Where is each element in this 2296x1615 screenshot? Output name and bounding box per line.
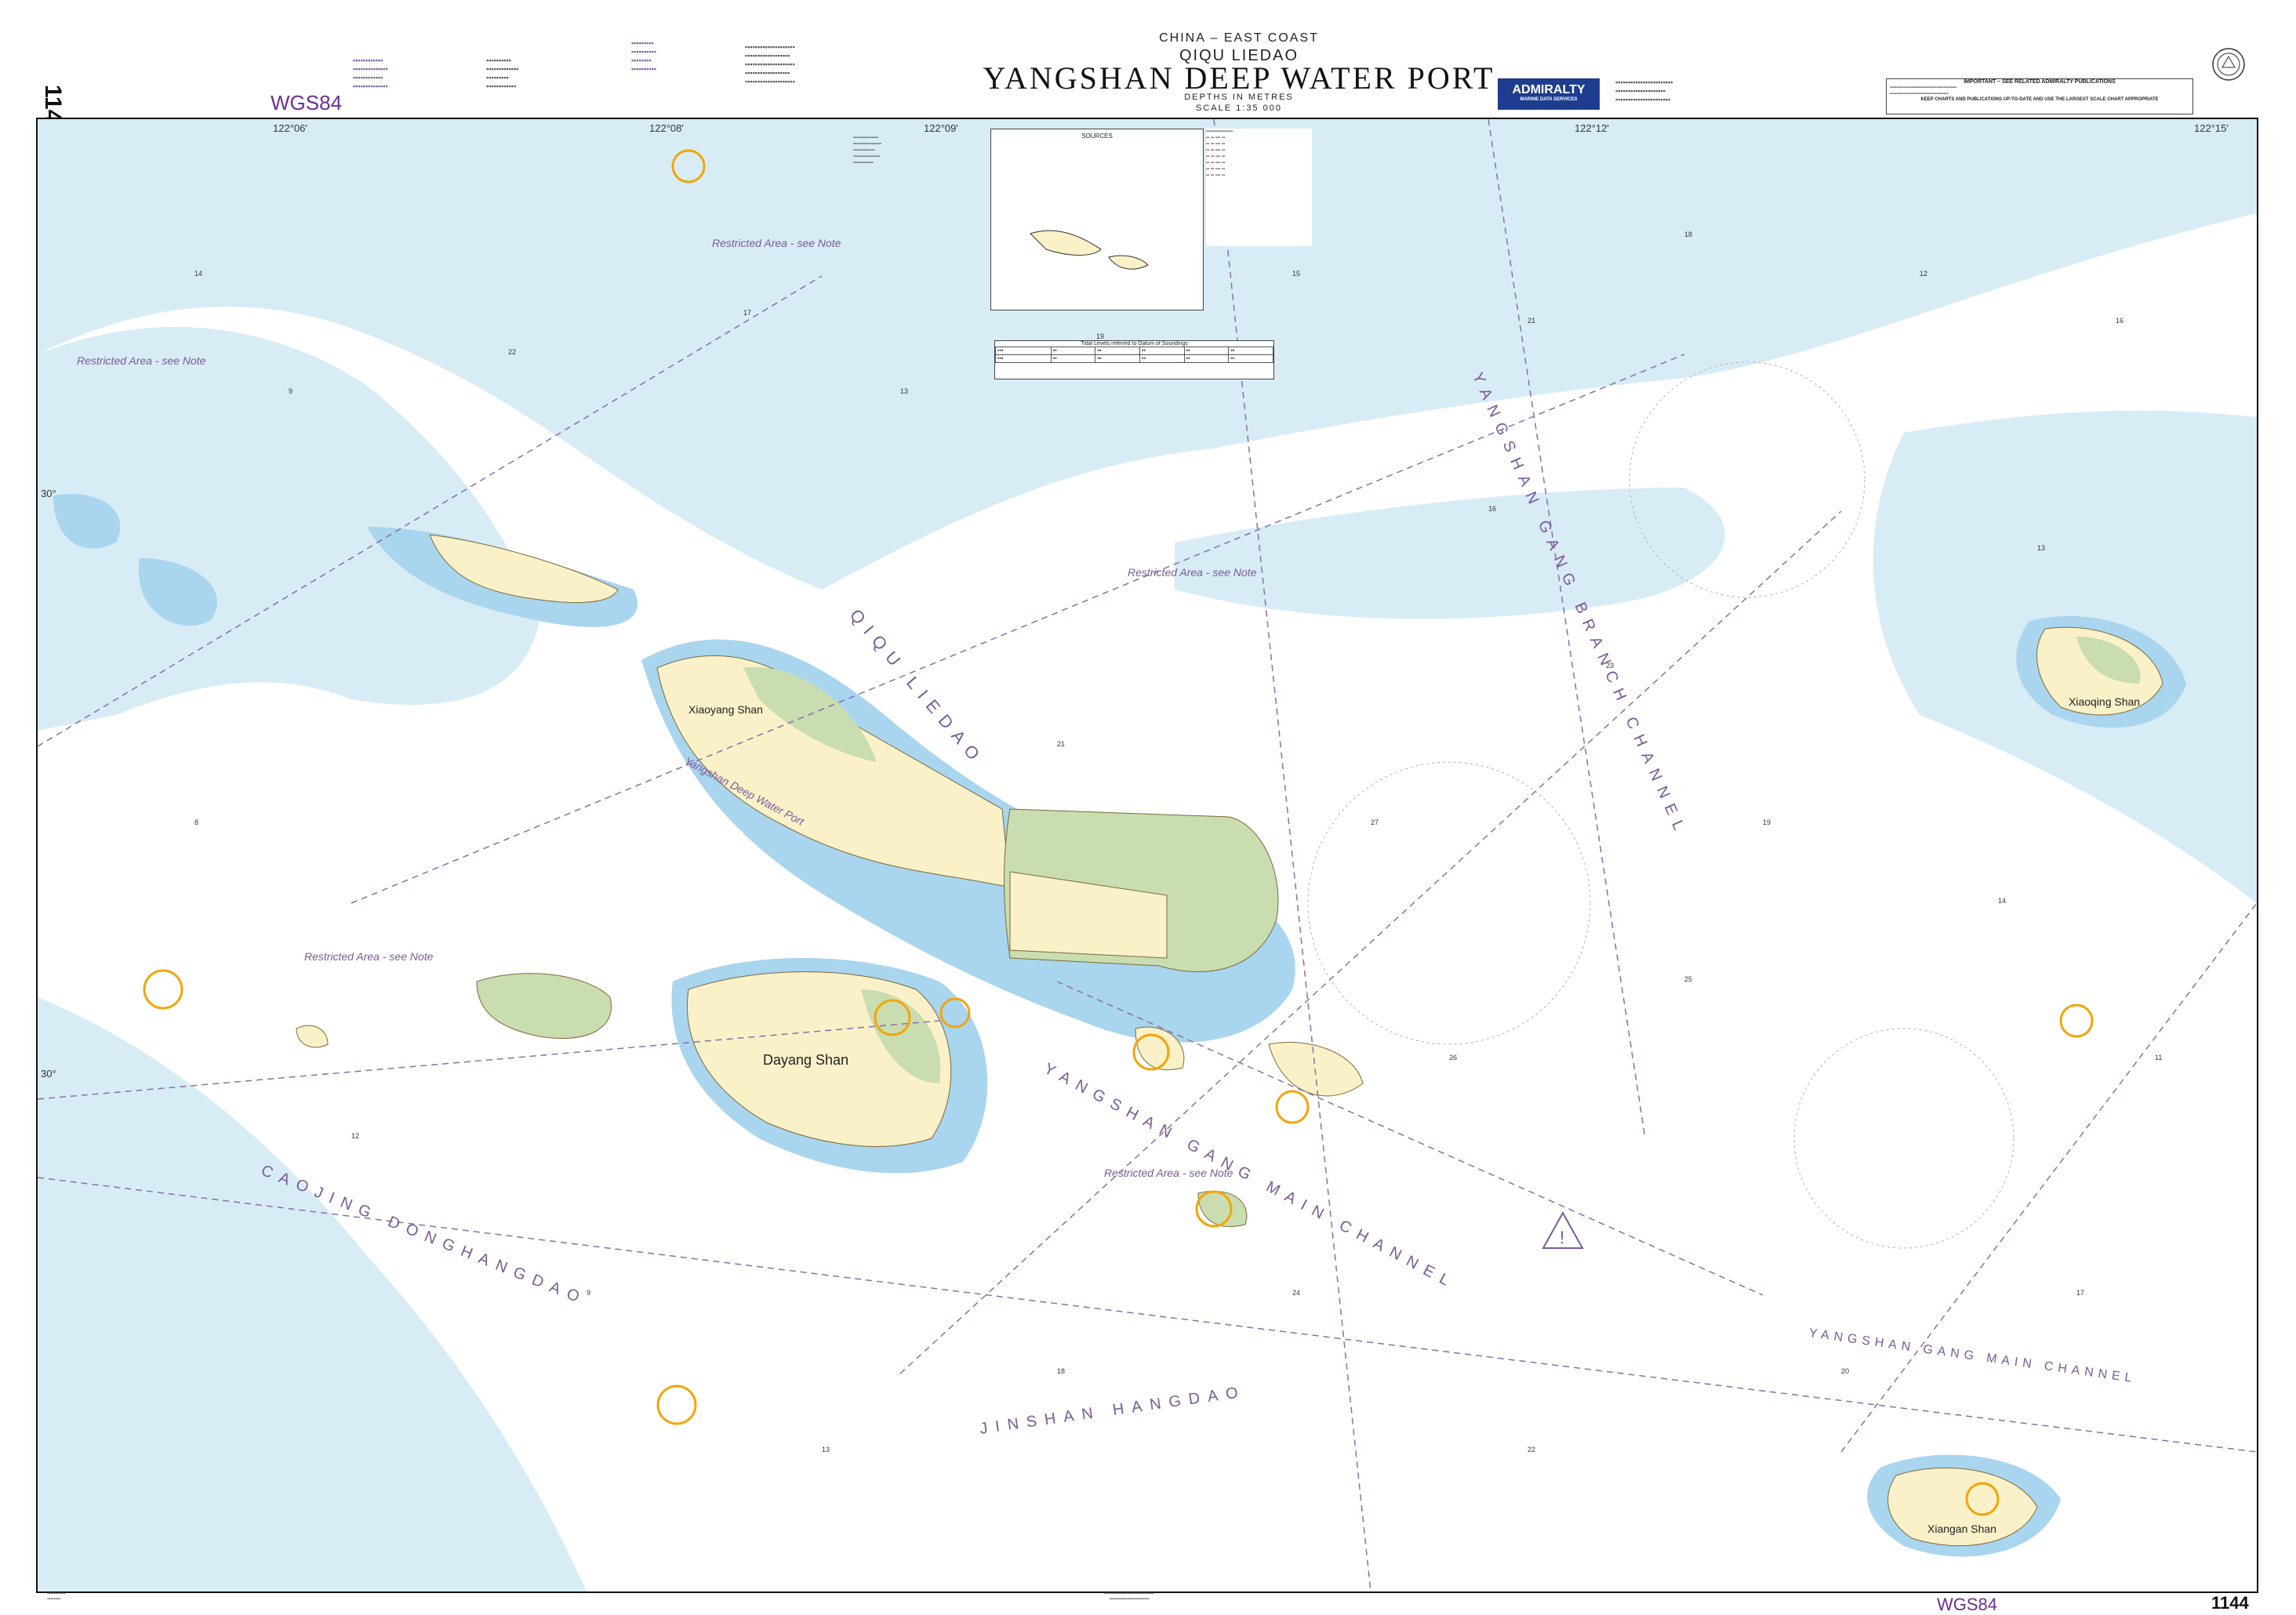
svg-text:17: 17 [2076,1289,2084,1297]
scale-note: SCALE 1:35 000 [1196,103,1282,113]
important-panel: IMPORTANT – SEE RELATED ADMIRALTY PUBLIC… [1886,78,2193,114]
svg-text:22: 22 [508,348,516,356]
notes-center: ▪▪▪▪▪▪▪▪▪▪▪▪▪▪▪ ▪▪▪▪▪▪▪▪▪▪▪▪▪▪▪▪▪ ▪▪▪▪▪▪▪▪… [853,136,882,165]
admiralty-logo: ADMIRALTY MARINE DATA SERVICES [1498,78,1600,110]
svg-text:16: 16 [1488,505,1496,513]
svg-text:!: ! [1560,1228,1564,1247]
tidal-heading: Tidal Levels referred to Datum of Soundi… [1081,341,1188,347]
svg-text:25: 25 [1684,975,1692,983]
svg-text:21: 21 [1528,317,1535,325]
crest-seal [2211,47,2246,82]
lon-label-4: 122°12' [1575,122,1609,134]
notes-block-2: ▪▪▪▪▪▪▪▪▪▪ ▪▪▪▪▪▪▪▪▪▪▪▪▪ ▪▪▪▪▪▪▪▪▪ ▪▪▪▪▪▪▪▪… [486,56,519,90]
lat-label-2: 30° [41,1068,56,1080]
restricted-label-2: Restricted Area - see Note [77,354,206,367]
island-southeast-3 [1197,1190,1248,1228]
caution-triangle: ! [1542,1210,1584,1249]
svg-text:19: 19 [1096,332,1104,340]
svg-text:9: 9 [289,387,292,395]
tidal-datum-panel[interactable]: Tidal Levels referred to Datum of Soundi… [994,340,1274,379]
restricted-label-1: Restricted Area - see Note [712,237,841,249]
lat-label-1: 30° [41,488,56,499]
chart-number-bottom: 1144 [2211,1593,2249,1613]
chart-title: YANGSHAN DEEP WATER PORT [983,60,1495,96]
svg-text:21: 21 [1057,740,1065,748]
svg-text:13: 13 [900,387,908,395]
copyright-block: ▪▪▪▪▪▪▪▪▪▪▪▪▪▪▪▪▪▪▪▪▪▪▪ ▪▪▪▪▪▪▪▪▪▪▪▪▪▪▪▪▪… [1615,78,1673,103]
svg-text:26: 26 [1449,1054,1457,1062]
important-heading: IMPORTANT – SEE RELATED ADMIRALTY PUBLIC… [1964,79,2116,85]
lon-label-3: 122°09' [924,122,958,134]
lon-label-2: 122°08' [649,122,684,134]
svg-text:16: 16 [2116,317,2123,325]
tidal-levels-table[interactable]: ▪▪▪▪▪▪▪▪▪▪▪▪▪▪▪▪ ▪▪ ▪▪ ▪▪▪ ▪▪ ▪▪ ▪▪ ▪▪▪ ▪▪… [1206,129,1312,246]
sources-map [1030,230,1149,270]
island-right-name: Xiaoqing Shan [2069,695,2141,708]
footer-left-block: ▪▪▪▪▪▪▪▪▪▪▪ ▪▪▪▪▪▪▪▪ [47,1591,66,1602]
svg-text:27: 27 [1371,818,1379,826]
island-main-name: Xiaoyang Shan [688,703,763,716]
notes-block-3: ▪▪▪▪▪▪▪▪▪ ▪▪▪▪▪▪▪▪▪▪ ▪▪▪▪▪▪▪▪ ▪▪▪▪▪▪▪▪▪▪ [631,39,656,73]
svg-text:18: 18 [1684,230,1692,238]
important-footer: KEEP CHARTS AND PUBLICATIONS UP-TO-DATE … [1920,97,2159,102]
restricted-label-4: Restricted Area - see Note [304,950,434,963]
svg-text:19: 19 [1763,818,1771,826]
sources-heading: SOURCES [1081,132,1113,140]
shallow-water-southwest [38,997,587,1591]
chart-region: CHINA – EAST COAST [1159,31,1319,45]
island-west-group [476,973,612,1040]
svg-text:8: 8 [194,818,198,826]
island-bottom-name: Xiangan Shan [1927,1522,1996,1535]
island-dayang-name: Dayang Shan [763,1052,849,1068]
svg-text:12: 12 [1920,270,1927,278]
lon-label-1: 122°06' [273,122,307,134]
svg-text:13: 13 [2037,544,2045,552]
shallow-water-midnorth [1175,488,1726,619]
notes-block-4: ▪▪▪▪▪▪▪▪▪▪▪▪▪▪▪▪▪▪▪▪ ▪▪▪▪▪▪▪▪▪▪▪▪▪▪▪▪▪▪ ▪▪… [745,43,795,85]
svg-text:14: 14 [194,270,202,278]
restricted-label-3: Restricted Area - see Note [1128,566,1257,579]
chart-frame[interactable]: ! 14 9 22 17 13 19 15 21 18 12 16 23 19 14 11 26 24… [36,118,2258,1593]
svg-text:11: 11 [2155,1054,2162,1062]
admiralty-logo-text: ADMIRALTY [1512,83,1586,96]
island-southeast-1 [1268,1041,1364,1097]
tide-block: ▪▪▪▪▪▪▪▪▪▪▪▪▪▪▪▪ ▪▪ ▪▪ ▪▪▪ ▪▪ ▪▪ ▪▪ ▪▪▪ ▪▪… [1206,129,1233,178]
crest-seal-icon [2212,48,2245,81]
sources-diagram[interactable]: SOURCES [990,129,1204,310]
datum-label-bottom: WGS84 [1937,1595,1998,1614]
svg-text:18: 18 [1057,1367,1065,1375]
svg-text:22: 22 [1528,1446,1535,1454]
svg-text:24: 24 [1292,1289,1300,1297]
svg-text:13: 13 [822,1446,830,1454]
notes-block-1: ▪▪▪▪▪▪▪▪▪▪▪▪ ▪▪▪▪▪▪▪▪▪▪▪▪▪▪ ▪▪▪▪▪▪▪▪▪▪▪▪ ▪▪… [353,56,388,90]
important-body: ▪▪▪▪▪▪▪▪▪▪▪▪▪▪▪▪▪▪▪▪▪▪▪▪▪▪▪▪▪▪▪▪▪▪▪▪▪▪▪▪… [1890,85,1957,96]
admiralty-logo-sub: MARINE DATA SERVICES [1520,97,1578,102]
island-west-small [296,1025,329,1048]
svg-text:20: 20 [1841,1367,1849,1375]
tidal-table: ▪▪▪ ▪▪ ▪▪ ▪▪ ▪▪ ▪▪ ▪▪▪ ▪▪ ▪▪ ▪▪ ▪▪ ▪▪ [995,347,1273,363]
lon-label-5: 122°15' [2194,122,2229,134]
footer-center-block: ▪▪▪▪▪▪▪▪▪▪▪▪▪▪▪▪▪▪▪▪▪▪▪▪▪▪▪▪▪▪ ▪▪▪▪▪▪▪▪▪▪… [1104,1591,1154,1602]
svg-text:12: 12 [351,1132,359,1140]
svg-text:17: 17 [743,309,751,317]
datum-label-top: WGS84 [271,91,343,114]
svg-text:15: 15 [1292,270,1300,278]
svg-text:14: 14 [1998,897,2006,905]
restricted-label-5: Restricted Area - see Note [1104,1167,1233,1179]
depths-note: DEPTHS IN METRES [1184,93,1294,102]
